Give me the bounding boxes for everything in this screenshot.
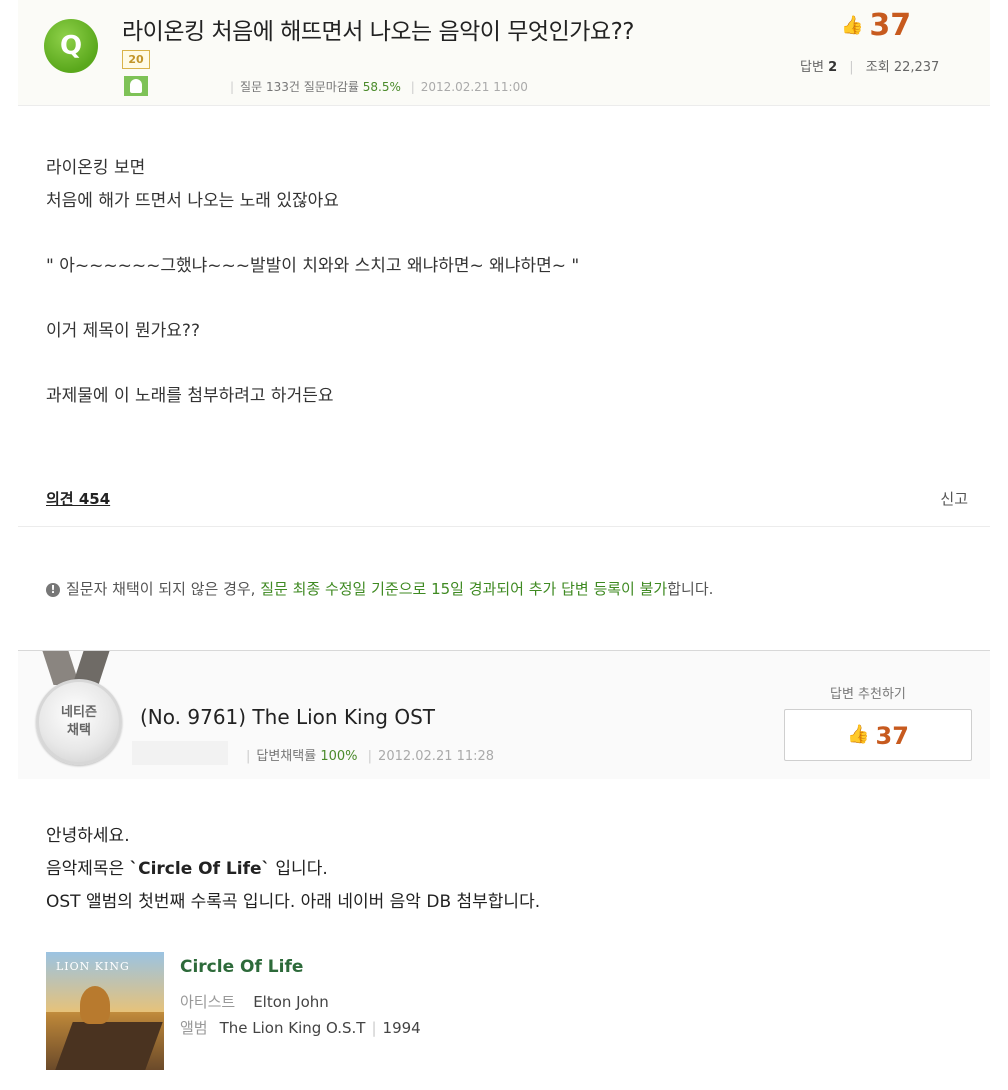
artist-row: 아티스트 Elton John — [180, 991, 329, 1012]
artist-label: 아티스트 — [180, 993, 236, 1011]
question-like-count: 37 — [869, 8, 912, 43]
question-header: Q 라이온킹 처음에 해뜨면서 나오는 음악이 무엇인가요?? 20 | 질문 1… — [18, 0, 990, 106]
answer-closed-notice: ! 질문자 채택이 되지 않은 경우, 질문 최종 수정일 기준으로 15일 경과… — [46, 578, 713, 599]
answers-count: 2 — [828, 60, 838, 75]
close-rate: 58.5% — [362, 80, 401, 94]
answer-line: 음악제목은 `Circle Of Life` 입니다. — [46, 853, 540, 886]
answer-title: (No. 9761) The Lion King OST — [140, 705, 435, 729]
question-badge-icon: Q — [44, 19, 98, 73]
notice-highlight: 질문 최종 수정일 기준으로 15일 경과되어 추가 답변 등록이 불가 — [260, 580, 668, 598]
answer-header: 네티즌 채택 (No. 9761) The Lion King OST | 답변채… — [18, 650, 990, 779]
album-cover-image[interactable]: LION KING — [46, 952, 164, 1070]
artist-name[interactable]: Elton John — [253, 993, 329, 1011]
question-line: 라이온킹 보면 — [46, 158, 146, 178]
answer-meta: | 답변채택률 100% | 2012.02.21 11:28 — [246, 749, 495, 764]
question-line: 이거 제목이 뭔가요?? — [46, 321, 200, 341]
album-year: 1994 — [382, 1019, 421, 1037]
song-title-link[interactable]: Circle Of Life — [180, 957, 303, 977]
album-name[interactable]: The Lion King O.S.T — [220, 1019, 366, 1037]
answers-label: 답변 — [800, 60, 824, 75]
notice-prefix: 질문자 채택이 되지 않은 경우, — [66, 580, 261, 598]
answer-line: 안녕하세요. — [46, 826, 130, 846]
question-count-label: 질문 133건 질문마감률 — [240, 80, 359, 94]
question-body: 라이온킹 보면 처음에 해가 뜨면서 나오는 노래 있잖아요 " 아~~~~~~… — [46, 152, 579, 413]
question-title: 라이온킹 처음에 해뜨면서 나오는 음악이 무엇인가요?? — [122, 19, 635, 45]
recommend-button[interactable]: 👍 37 — [784, 709, 972, 761]
question-stats: 답변 2 | 조회 22,237 — [800, 60, 940, 75]
opinion-row: 의견 454 신고 — [18, 470, 990, 527]
opinion-link[interactable]: 의견 454 — [46, 488, 110, 509]
views-label: 조회 — [865, 60, 890, 75]
info-icon: ! — [46, 583, 60, 597]
song-name-bold: `Circle Of Life` — [129, 859, 271, 879]
medal-text: 네티즌 — [61, 705, 97, 720]
answer-body: 안녕하세요. 음악제목은 `Circle Of Life` 입니다. OST 앨… — [46, 820, 540, 919]
answer-date: 2012.02.21 11:28 — [378, 749, 495, 764]
thumbs-up-icon: 👍 — [841, 15, 864, 36]
answer-text: 음악제목은 — [46, 859, 130, 879]
recommend-count: 37 — [875, 722, 909, 750]
answer-text: 입니다. — [270, 859, 328, 879]
level-badge: 20 — [122, 50, 150, 69]
recommend-label: 답변 추천하기 — [830, 687, 906, 702]
thumbs-up-icon: 👍 — [847, 724, 870, 745]
views-count: 22,237 — [893, 60, 940, 75]
answer-user-name[interactable] — [132, 741, 228, 765]
album-label: 앨범 — [180, 1019, 208, 1037]
adopt-rate-label: 답변채택률 — [256, 749, 317, 764]
question-line: " 아~~~~~~그했냐~~~발발이 치와와 스치고 왜냐하면~ 왜냐하면~ " — [46, 256, 580, 276]
question-like[interactable]: 👍 37 — [841, 8, 911, 43]
adopt-rate: 100% — [320, 749, 358, 764]
answer-line: OST 앨범의 첫번째 수록곡 입니다. 아래 네이버 음악 DB 첨부합니다. — [46, 892, 541, 912]
notice-suffix: 합니다. — [667, 580, 714, 598]
album-row: 앨범 The Lion King O.S.T | 1994 — [180, 1019, 421, 1037]
user-avatar-icon[interactable] — [124, 76, 148, 96]
question-line: 처음에 해가 뜨면서 나오는 노래 있잖아요 — [46, 191, 339, 211]
report-link[interactable]: 신고 — [940, 488, 968, 509]
netizen-pick-medal-icon: 네티즌 채택 — [36, 679, 122, 765]
medal-text: 채택 — [67, 723, 91, 738]
album-logo: LION KING — [56, 960, 130, 973]
question-date: 2012.02.21 11:00 — [420, 80, 528, 94]
question-line: 과제물에 이 노래를 첨부하려고 하거든요 — [46, 386, 334, 406]
question-meta: | 질문 133건 질문마감률 58.5% | 2012.02.21 11:00 — [230, 80, 528, 94]
